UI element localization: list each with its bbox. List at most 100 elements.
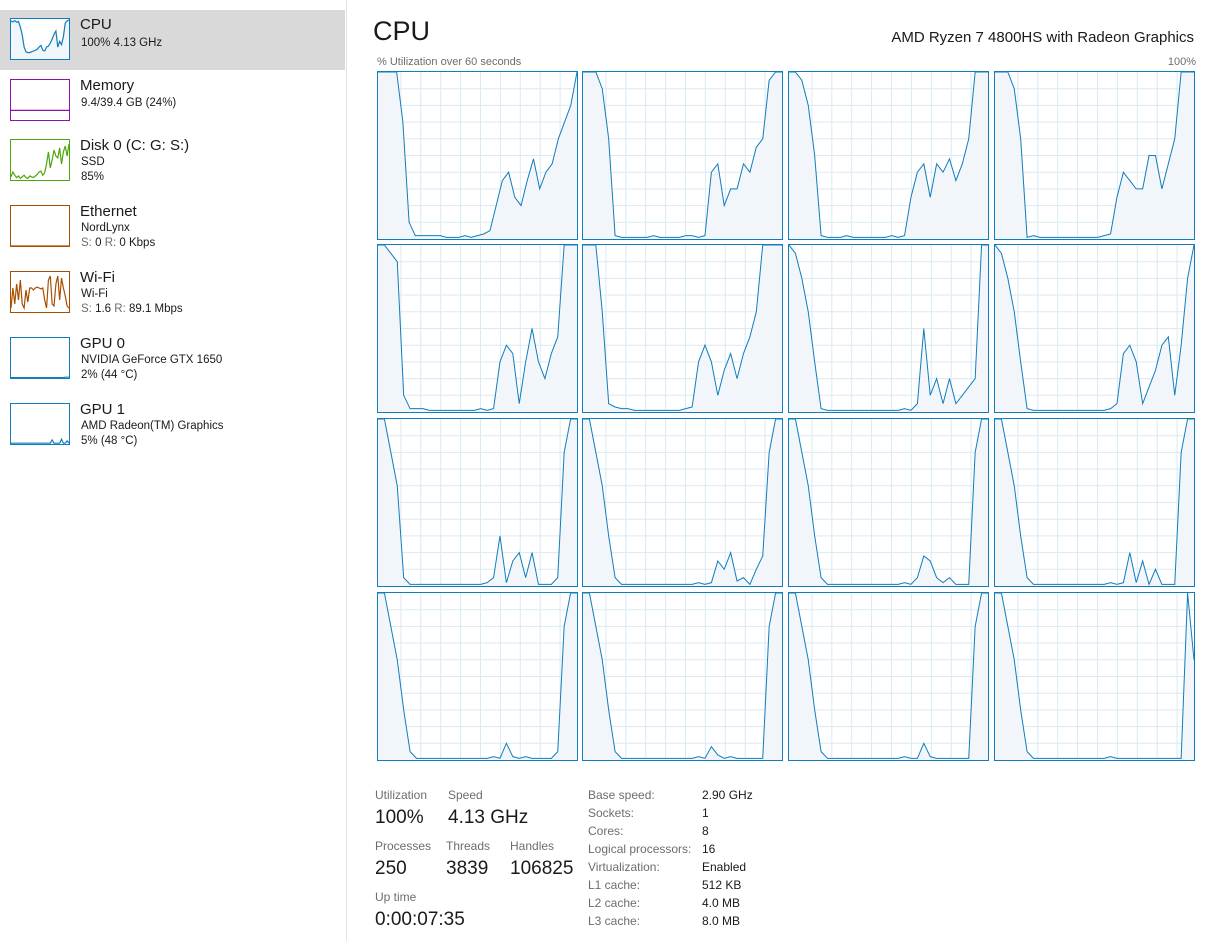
uptime-value: 0:00:07:35	[375, 909, 465, 930]
utilization-plot	[583, 419, 782, 586]
sockets-value: 1	[702, 806, 709, 820]
utilization-plot	[789, 245, 988, 412]
receive-label: R:	[104, 237, 117, 249]
sidebar-item-detail: 2% (44 °C)	[81, 369, 138, 381]
logical-processors-value: 16	[702, 842, 716, 856]
logical-processor-graph[interactable]	[788, 592, 989, 761]
logical-processor-graph[interactable]	[582, 244, 783, 413]
utilization-line	[995, 419, 1194, 586]
base-speed-value: 2.90 GHz	[702, 788, 753, 802]
utilization-plot	[378, 72, 577, 239]
cores-label: Cores:	[588, 824, 624, 838]
sidebar-item-detail: 9.4/39.4 GB (24%)	[81, 97, 177, 109]
virtualization-label: Virtualization:	[588, 860, 660, 874]
utilization-line	[789, 245, 988, 411]
sidebar-item-title: GPU 1	[80, 401, 126, 418]
sidebar-item-memory[interactable]: Memory 9.4/39.4 GB (24%)	[0, 71, 345, 131]
task-manager-performance: CPU 100% 4.13 GHz Memory 9.4/39.4 GB (24…	[0, 0, 1211, 941]
sidebar-item-title: GPU 0	[80, 335, 126, 352]
l3-cache-value: 8.0 MB	[702, 914, 741, 928]
sidebar-item-detail: Wi-Fi	[81, 288, 108, 300]
utilization-line	[995, 593, 1194, 759]
logical-processor-graph[interactable]	[788, 418, 989, 587]
graph-gridlines	[378, 419, 577, 586]
uptime-label: Up time	[375, 890, 417, 904]
disk-thumbnail-graph	[10, 139, 70, 181]
thumbnail-sparkline	[11, 272, 69, 312]
sidebar-item-detail: 100% 4.13 GHz	[81, 37, 163, 49]
sidebar-item-throughput: S: 0 R: 0 Kbps	[81, 237, 155, 249]
logical-processor-graph[interactable]	[582, 71, 783, 240]
gpu0-thumbnail-graph	[10, 337, 70, 379]
utilization-plot	[995, 245, 1194, 412]
logical-processor-graph[interactable]	[994, 244, 1195, 413]
utilization-plot	[378, 593, 577, 760]
send-value: 1.6	[95, 303, 112, 315]
utilization-label: Utilization	[375, 788, 428, 802]
logical-processor-graph[interactable]	[788, 71, 989, 240]
utilization-plot	[995, 419, 1194, 586]
utilization-axis-label: % Utilization over 60 seconds	[377, 56, 522, 68]
utilization-plot	[995, 72, 1194, 239]
send-value: 0	[95, 237, 102, 249]
utilization-line	[789, 593, 988, 759]
cores-value: 8	[702, 824, 709, 838]
logical-processor-graph[interactable]	[994, 71, 1195, 240]
handles-label: Handles	[510, 839, 555, 853]
logical-processor-graph[interactable]	[377, 244, 578, 413]
utilization-plot	[789, 419, 988, 586]
send-label: S:	[81, 303, 92, 315]
sidebar-item-disk[interactable]: Disk 0 (C: G: S:) SSD 85%	[0, 131, 345, 191]
sidebar-item-gpu1[interactable]: GPU 1 AMD Radeon(TM) Graphics 5% (48 °C)	[0, 395, 345, 455]
utilization-line	[378, 419, 577, 585]
wifi-thumbnail-graph	[10, 271, 70, 313]
sidebar-item-ethernet[interactable]: Ethernet NordLynx S: 0 R: 0 Kbps	[0, 197, 345, 257]
page-title: CPU	[373, 16, 431, 46]
logical-processor-graph[interactable]	[994, 592, 1195, 761]
sidebar-item-detail: NVIDIA GeForce GTX 1650	[81, 354, 223, 366]
ethernet-thumbnail-graph	[10, 205, 70, 247]
logical-processor-graph[interactable]	[377, 418, 578, 587]
sidebar-item-cpu[interactable]: CPU 100% 4.13 GHz	[0, 10, 345, 70]
sidebar-item-wifi[interactable]: Wi-Fi Wi-Fi S: 1.6 R: 89.1 Mbps	[0, 263, 345, 323]
threads-value: 3839	[446, 858, 489, 879]
speed-label: Speed	[448, 788, 483, 802]
speed-value: 4.13 GHz	[448, 807, 529, 828]
memory-thumbnail-graph	[10, 79, 70, 121]
sidebar-item-title: CPU	[80, 16, 112, 33]
graph-gridlines	[789, 245, 988, 412]
sidebar-item-title: Memory	[80, 77, 135, 94]
l1-cache-value: 512 KB	[702, 878, 742, 892]
utilization-plot	[378, 419, 577, 586]
sidebar-item-title: Ethernet	[80, 203, 137, 220]
utilization-plot	[789, 72, 988, 239]
thumbnail-sparkline	[11, 80, 69, 120]
utilization-max-label: 100%	[1167, 56, 1196, 68]
logical-processor-graph[interactable]	[994, 418, 1195, 587]
logical-processor-graph[interactable]	[377, 592, 578, 761]
logical-processor-graph[interactable]	[582, 418, 783, 587]
sidebar-item-throughput: S: 1.6 R: 89.1 Mbps	[81, 303, 183, 315]
sidebar-item-title: Wi-Fi	[80, 269, 115, 286]
l2-cache-label: L2 cache:	[588, 896, 641, 910]
utilization-plot	[583, 593, 782, 760]
thumbnail-sparkline	[11, 338, 69, 378]
utilization-line	[583, 593, 782, 759]
handles-value: 106825	[510, 858, 574, 879]
logical-processor-graph[interactable]	[788, 244, 989, 413]
thumbnail-sparkline	[11, 404, 69, 444]
receive-value: 89.1 Mbps	[128, 303, 183, 315]
utilization-value: 100%	[375, 807, 424, 828]
utilization-line	[789, 419, 988, 585]
sockets-label: Sockets:	[588, 806, 635, 820]
logical-processor-graph[interactable]	[582, 592, 783, 761]
logical-processor-graph[interactable]	[377, 71, 578, 240]
sidebar-item-gpu0[interactable]: GPU 0 NVIDIA GeForce GTX 1650 2% (44 °C)	[0, 329, 345, 389]
l1-cache-label: L1 cache:	[588, 878, 641, 892]
sidebar-item-title: Disk 0 (C: G: S:)	[80, 137, 190, 154]
processes-value: 250	[375, 858, 407, 879]
receive-label: R:	[114, 303, 126, 315]
logical-processors-label: Logical processors:	[588, 842, 692, 856]
thumbnail-sparkline	[11, 206, 69, 246]
utilization-plot	[995, 593, 1194, 760]
